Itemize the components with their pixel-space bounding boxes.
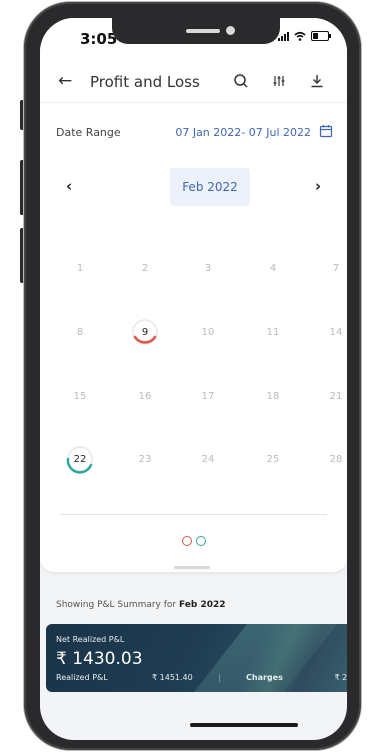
app-bar: ← Profit and Loss (40, 62, 347, 103)
net-pnl-heading: Net Realized P&L (56, 635, 125, 644)
summary-prefix: Showing P&L Summary for (56, 600, 177, 610)
net-pnl-amount: ₹ 1430.03 (56, 649, 143, 669)
calendar-day-label: 8 (76, 326, 84, 338)
calendar-day-label: 10 (201, 326, 215, 338)
calendar-day-label: 14 (329, 326, 343, 338)
wifi-icon (294, 31, 306, 41)
calendar-day[interactable]: 15 (65, 381, 95, 411)
calendar-day[interactable]: 16 (130, 381, 160, 411)
month-navigation: ‹ Feb 2022 › (40, 168, 347, 206)
calendar-day-label: 25 (266, 453, 280, 465)
date-range-row[interactable]: Date Range 07 Jan 2022- 07 Jul 2022 (56, 124, 335, 144)
calendar-day[interactable]: 22 (65, 444, 95, 474)
home-indicator (190, 723, 298, 727)
calendar-day-label: 2 (141, 262, 149, 274)
calendar-day-label: 17 (201, 390, 215, 402)
calendar-day-label: 21 (329, 390, 343, 402)
calendar-day-label: 1 (76, 262, 84, 274)
month-selector[interactable]: Feb 2022 (170, 168, 250, 206)
calendar-day-label: 28 (329, 453, 343, 465)
calendar-day-label: 7 (332, 262, 340, 274)
prev-month-button[interactable]: ‹ (66, 177, 72, 195)
page-dot[interactable] (195, 536, 206, 546)
calendar-day[interactable]: 24 (193, 444, 223, 474)
page-indicator (40, 536, 347, 546)
page-dot[interactable] (181, 536, 192, 546)
phone-screen: 3:05 ← Profit and Loss Date Range 07 Jan… (40, 18, 347, 740)
calendar-day-label: 15 (73, 390, 87, 402)
calendar-day[interactable]: 28 (321, 444, 347, 474)
calendar-day-label: 24 (201, 453, 215, 465)
calendar-day[interactable]: 25 (258, 444, 288, 474)
filter-icon[interactable] (268, 70, 290, 92)
calendar-day[interactable]: 1 (65, 253, 95, 283)
notch (112, 18, 280, 44)
calendar-day-label: 4 (269, 262, 277, 274)
calendar-day[interactable]: 9 (130, 317, 160, 347)
calendar-day[interactable]: 10 (193, 317, 223, 347)
front-camera (226, 26, 235, 35)
calendar-day-label: 18 (266, 390, 280, 402)
calendar-day[interactable]: 3 (193, 253, 223, 283)
download-icon[interactable] (306, 70, 328, 92)
status-icons (278, 31, 331, 41)
calendar-day[interactable]: 14 (321, 317, 347, 347)
calendar-day[interactable]: 17 (193, 381, 223, 411)
battery-icon (311, 31, 331, 41)
signal-icon (278, 31, 289, 41)
charges-label: Charges (246, 673, 283, 682)
calendar-day-label: 22 (73, 453, 87, 465)
divider (60, 514, 327, 515)
drag-handle[interactable] (174, 566, 210, 569)
net-pnl-card[interactable]: Net Realized P&L ₹ 1430.03 › Realized P&… (46, 624, 347, 692)
calendar-day[interactable]: 8 (65, 317, 95, 347)
calendar-day[interactable]: 18 (258, 381, 288, 411)
status-bar: 3:05 (40, 18, 347, 62)
speaker (186, 29, 220, 33)
search-icon[interactable] (230, 70, 252, 92)
calendar-day[interactable]: 7 (321, 253, 347, 283)
realized-pnl-value: ₹ 1451.40 (152, 673, 193, 682)
calendar-day[interactable]: 4 (258, 253, 288, 283)
calendar-day-label: 16 (138, 390, 152, 402)
date-range-value[interactable]: 07 Jan 2022- 07 Jul 2022 (175, 126, 311, 139)
charges-value: ₹ 21.37 (334, 673, 347, 682)
calendar-day[interactable]: 11 (258, 317, 288, 347)
calendar-day[interactable]: 2 (130, 253, 160, 283)
realized-pnl-label: Realized P&L (56, 673, 108, 682)
summary-period: Feb 2022 (179, 600, 226, 610)
calendar-card: ← Profit and Loss Date Range 07 Jan 2022… (40, 62, 347, 572)
next-month-button[interactable]: › (315, 177, 321, 195)
summary-caption: Showing P&L Summary for Feb 2022 (56, 600, 226, 610)
calendar-day-label: 23 (138, 453, 152, 465)
page-title: Profit and Loss (90, 73, 200, 91)
calendar-day[interactable]: 21 (321, 381, 347, 411)
calendar-day-label: 3 (204, 262, 212, 274)
separator: | (218, 673, 221, 682)
date-range-label: Date Range (56, 126, 121, 139)
calendar-day-label: 9 (141, 326, 149, 338)
calendar-icon[interactable] (319, 124, 333, 138)
calendar-day[interactable]: 23 (130, 444, 160, 474)
back-arrow-icon[interactable]: ← (58, 71, 72, 91)
calendar-day-label: 11 (266, 326, 280, 338)
